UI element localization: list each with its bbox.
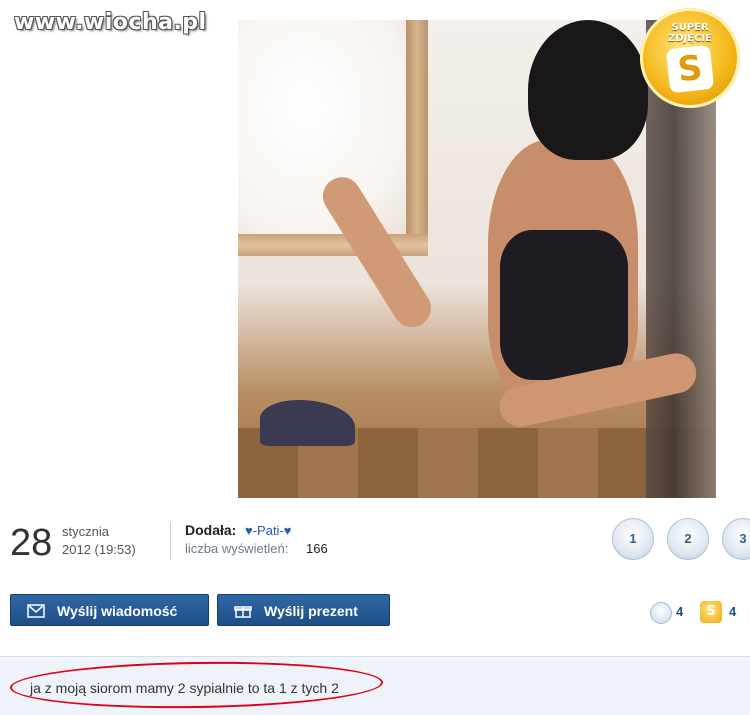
- rate-star-3-label: 3: [739, 531, 747, 546]
- photo-figure-outfit: [500, 230, 628, 380]
- super-count-icon: S: [700, 601, 722, 623]
- rate-star-2-button[interactable]: 2: [667, 518, 709, 560]
- envelope-icon: [27, 604, 45, 618]
- super-photo-badge: SUPER ZDJĘCIE S: [640, 8, 740, 108]
- send-message-button[interactable]: Wyślij wiadomość: [10, 594, 209, 626]
- star-count: 4: [676, 604, 684, 619]
- post-date-day: 28: [10, 522, 53, 564]
- post-photo[interactable]: [238, 20, 716, 498]
- badge-s-icon: S: [665, 44, 715, 94]
- send-message-label: Wyślij wiadomość: [57, 603, 178, 619]
- super-count: 4: [729, 604, 737, 619]
- rate-star-1-label: 1: [629, 531, 637, 546]
- photo-shoe: [260, 400, 355, 446]
- rate-star-1-button[interactable]: 1: [612, 518, 654, 560]
- badge-line-1: SUPER: [671, 22, 709, 33]
- send-gift-button[interactable]: Wyślij prezent: [217, 594, 390, 626]
- send-gift-label: Wyślij prezent: [264, 603, 358, 619]
- author-label: Dodała:: [185, 522, 237, 538]
- meta-divider: [170, 522, 171, 560]
- photo-window-frame: [406, 20, 428, 250]
- site-watermark: www.wiocha.pl: [14, 10, 207, 35]
- photo-figure-hair: [528, 20, 648, 160]
- rate-star-3-button[interactable]: 3: [722, 518, 750, 560]
- badge-line-2: ZDJĘCIE: [668, 33, 712, 44]
- views-count: 166: [306, 541, 328, 556]
- photo-window: [238, 20, 406, 234]
- views-label: liczba wyświetleń:: [185, 541, 289, 556]
- post-date-year-time: 2012 (19:53): [62, 542, 136, 557]
- author-name-link[interactable]: ♥-Pati-♥: [245, 523, 292, 538]
- post-date-month: stycznia: [62, 524, 109, 539]
- star-count-icon: [650, 602, 672, 624]
- rate-star-2-label: 2: [684, 531, 692, 546]
- gift-icon: [234, 606, 252, 618]
